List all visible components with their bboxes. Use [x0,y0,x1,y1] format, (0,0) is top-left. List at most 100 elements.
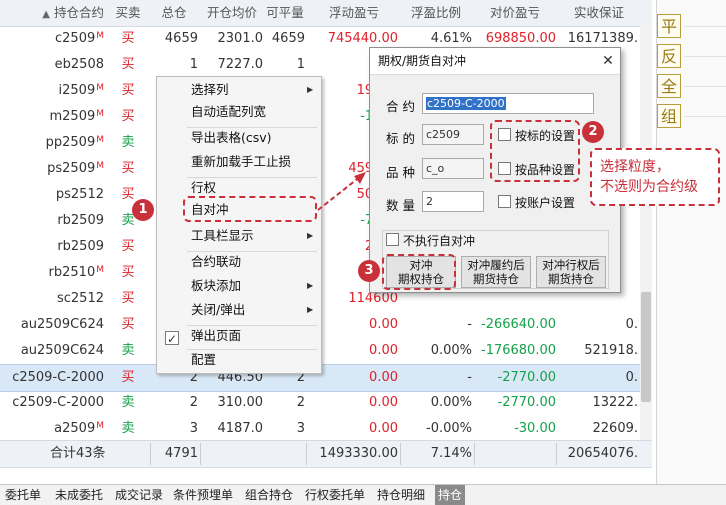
opp-pl-cell: -30.00 [514,421,556,436]
divider [684,116,726,117]
divider [306,443,307,465]
tab-exercise-orders[interactable]: 行权委托单 [302,485,368,505]
header-total[interactable]: 总仓 [150,0,198,26]
side-cell: 买 [121,161,135,176]
main-contract-badge: M [96,31,104,41]
float-ratio-cell: 0.00% [430,395,472,410]
contract-cell: i2509M [58,83,104,98]
total-row: 合计43条 4791 1493330.00 7.14% 20654076. [0,440,652,468]
divider [684,56,726,57]
hedge-after-assignment-label: 对冲履约后 期货持仓 [467,258,525,286]
menu-item-select-columns[interactable]: 选择列 [191,79,229,101]
step-badge-2: 2 [582,121,604,143]
tab-position-details[interactable]: 持仓明细 [374,485,428,505]
table-row[interactable]: c2509-C-2000 卖 2 310.00 2 0.00 0.00% -2770.00 13… [0,390,652,416]
submenu-arrow-icon: ▶ [307,85,314,94]
opp-pl-cell: -266640.00 [481,317,556,332]
float-pl-cell: 0.00 [369,343,398,358]
quantity-input[interactable]: 2 [422,191,484,212]
submenu-arrow-icon: ▶ [307,281,314,290]
underlying-field: c2509 [422,124,484,145]
table-header: ▲ 持仓合约 买卖 总仓 开仓均价 可平量 浮动盈亏 浮盈比例 对价盈亏 实收保… [0,0,652,27]
float-ratio-cell: - [467,370,472,385]
menu-item-contract-link[interactable]: 合约联动 [191,251,241,273]
side-cell: 买 [121,31,135,46]
menu-item-config[interactable]: 配置 [191,349,216,371]
tab-combo-positions[interactable]: 组合持仓 [242,485,296,505]
menu-item-add-sector[interactable]: 板块添加 [191,275,241,297]
header-contract[interactable]: ▲ 持仓合约 [2,0,104,26]
tab-positions[interactable]: 持仓 [435,485,466,505]
header-opp-pl[interactable]: 对价盈亏 [474,0,556,26]
tab-trades[interactable]: 成交记录 [112,485,166,505]
header-float-ratio[interactable]: 浮盈比例 [400,0,472,26]
table-row[interactable]: au2509C624 买 0.00 - -266640.00 0. [0,312,652,338]
avg-price-cell: 310.00 [217,395,264,410]
table-row[interactable]: au2509C624 卖 0.00 0.00% -176680.00 521918. [0,338,652,364]
menu-item-popup-page[interactable]: 弹出页面 [191,325,241,347]
total-float-pl: 1493330.00 [319,446,398,461]
total-cell: 1 [189,57,198,72]
checkbox-checked-icon: ✓ [165,331,179,346]
granularity-tooltip: 选择粒度， 不选则为合约级 [590,148,720,206]
header-float-pl[interactable]: 浮动盈亏 [310,0,398,26]
header-margin[interactable]: 实收保证 [560,0,642,26]
contract-cell: c2509M [55,31,104,46]
close-all-button[interactable]: 全 [657,74,681,98]
hedge-after-exercise-button[interactable]: 对冲行权后 期货持仓 [536,256,606,288]
combine-button[interactable]: 组 [657,104,681,128]
submenu-arrow-icon: ▶ [307,231,314,240]
header-closable[interactable]: 可平量 [265,0,305,26]
header-side[interactable]: 买卖 [108,0,148,26]
side-cell: 卖 [121,135,135,150]
total-positions: 4791 [164,446,198,461]
scrollbar-thumb[interactable] [641,292,651,402]
hedge-after-exercise-label: 对冲行权后 期货持仓 [542,258,600,286]
contract-cell: rb2510M [48,265,104,280]
divider [684,26,726,27]
margin-cell: 13222. [592,395,639,410]
group-box-top [382,230,608,231]
side-cell: 买 [121,291,135,306]
hedge-after-assignment-button[interactable]: 对冲履约后 期货持仓 [461,256,531,288]
float-pl-cell: 0.00 [369,370,398,385]
table-row[interactable]: c2509-C-2000 买 2 446.50 2 0.00- -2770.00 0. [0,364,652,392]
menu-item-reload-stop[interactable]: 重新加载手工止损 [191,151,291,173]
contract-field[interactable]: c2509-C-2000 [422,93,594,114]
divider [556,443,557,465]
avg-price-cell: 4187.0 [217,421,264,436]
by-account-checkbox[interactable] [498,195,511,208]
table-row[interactable]: a2509M 卖 3 4187.0 3 0.00 -0.00% -30.00 22609. [0,416,652,442]
float-ratio-cell: -0.00% [426,421,472,436]
menu-item-auto-fit[interactable]: 自动适配列宽 [191,101,266,123]
margin-cell: 22609. [592,421,639,436]
header-avg-price[interactable]: 开仓均价 [201,0,263,26]
opp-pl-cell: -2770.00 [497,370,556,385]
main-contract-badge: M [96,421,104,431]
margin-cell: 0. [625,370,638,385]
tab-orders[interactable]: 委托单 [2,485,44,505]
menu-item-export-csv[interactable]: 导出表格(csv) [191,127,272,149]
tooltip-text: 选择粒度， 不选则为合约级 [600,159,698,195]
float-ratio-cell: - [467,317,472,332]
main-contract-badge: M [96,265,104,275]
contract-cell: rb2509 [57,239,104,254]
close-icon[interactable]: ✕ [598,48,618,74]
no-hedge-checkbox[interactable] [386,233,399,246]
reverse-position-button[interactable]: 反 [657,44,681,68]
step-badge-3: 3 [358,260,380,282]
contract-value: c2509-C-2000 [426,97,506,110]
dialog-title: 期权/期货自对冲 [378,54,467,68]
main-contract-badge: M [96,83,104,93]
close-position-button[interactable]: 平 [657,14,681,38]
opp-pl-cell: -2770.00 [497,395,556,410]
contract-cell: m2509M [49,109,104,124]
total-float-ratio: 7.14% [430,446,472,461]
float-ratio-cell: 0.00% [430,343,472,358]
tab-conditional-orders[interactable]: 条件预埋单 [170,485,236,505]
contract-cell: c2509-C-2000 [12,370,104,385]
menu-item-close-popup[interactable]: 关闭/弹出 [191,299,245,321]
tab-pending-orders[interactable]: 未成委托 [52,485,106,505]
contract-cell: ps2509M [47,161,104,176]
menu-item-toolbar-display[interactable]: 工具栏显示 [191,225,254,247]
